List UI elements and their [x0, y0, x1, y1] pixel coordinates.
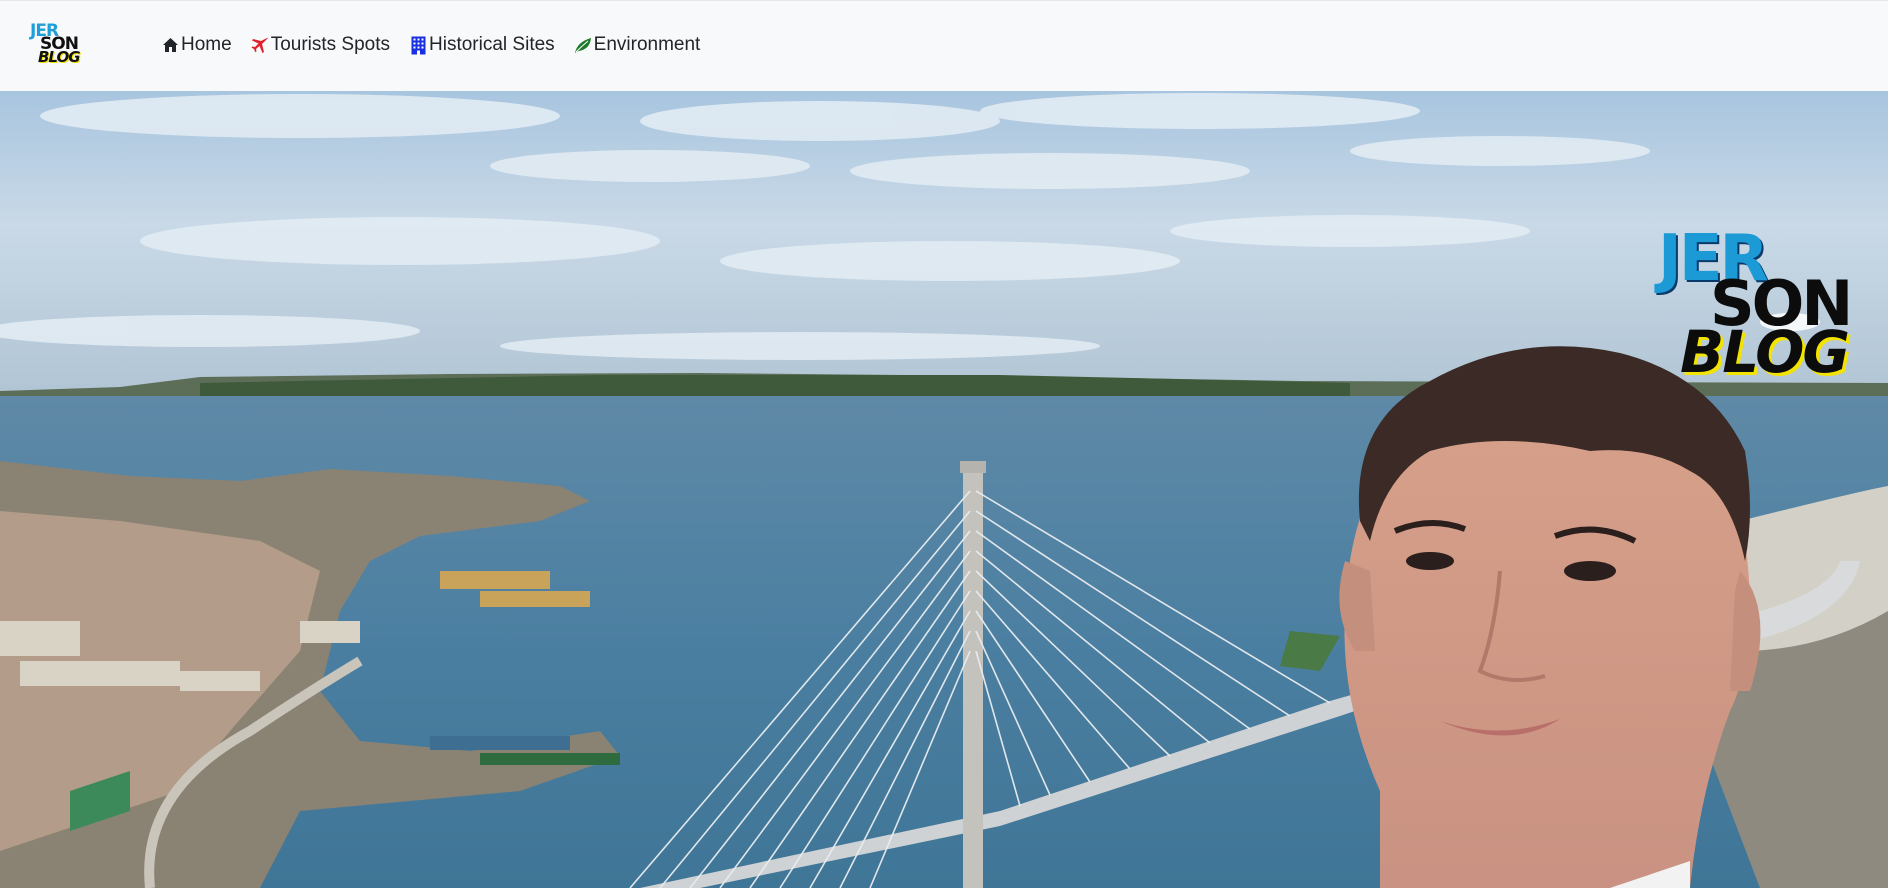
- brand-logo[interactable]: JER SON BLOG: [28, 21, 92, 73]
- hero-logo: JER SON BLOG: [1650, 221, 1880, 401]
- main-nav: Home Tourists Spots Historical Sites Env…: [161, 34, 719, 56]
- building-icon: [409, 36, 428, 55]
- nav-item-home[interactable]: Home: [161, 34, 232, 56]
- airplane-icon: [251, 36, 270, 55]
- nav-item-home-label: Home: [181, 34, 232, 55]
- nav-item-historical-sites-label: Historical Sites: [429, 34, 555, 55]
- nav-item-historical-sites[interactable]: Historical Sites: [409, 34, 555, 56]
- nav-item-environment[interactable]: Environment: [574, 34, 701, 56]
- person-photo: [1339, 346, 1761, 888]
- hero-banner: JER SON BLOG: [0, 91, 1888, 888]
- hero-logo-line3: BLOG: [1680, 318, 1850, 386]
- nav-item-tourists-spots-label: Tourists Spots: [270, 34, 391, 55]
- hero-background-image: [0, 91, 1888, 888]
- top-navbar: JER SON BLOG Home Tourists Spots Histori…: [0, 0, 1888, 91]
- nav-item-environment-label: Environment: [593, 34, 701, 55]
- nav-item-tourists-spots[interactable]: Tourists Spots: [251, 34, 390, 56]
- brand-logo-line3: BLOG: [38, 48, 81, 66]
- home-icon: [161, 36, 180, 55]
- leaf-icon: [574, 36, 593, 55]
